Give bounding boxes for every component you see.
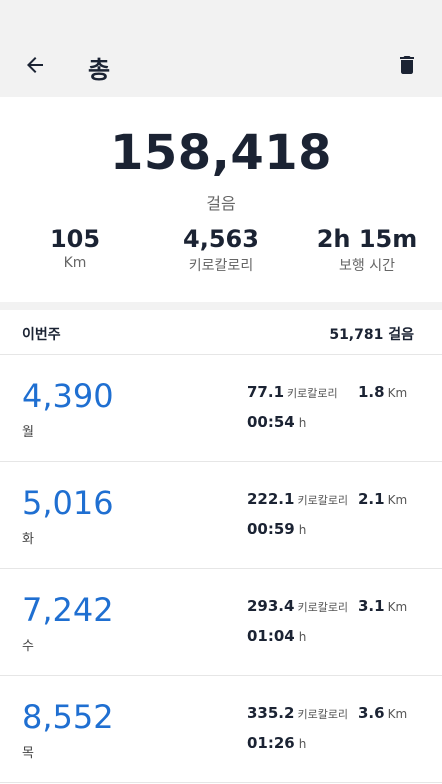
day-distance-unit: Km <box>387 493 408 507</box>
day-time-value: 01:26 <box>247 734 295 752</box>
day-distance: 3.6 Km <box>358 704 407 722</box>
day-steps: 7,242 <box>22 591 114 629</box>
day-time-value: 00:54 <box>247 413 295 431</box>
week-total: 51,781 걸음 <box>329 327 414 343</box>
day-name: 수 <box>22 639 34 654</box>
arrow-left-icon <box>27 57 43 73</box>
back-button[interactable] <box>18 48 52 82</box>
day-time-unit: h <box>298 416 307 430</box>
day-distance: 2.1 Km <box>358 490 407 508</box>
day-time-unit: h <box>298 737 307 751</box>
day-row-wed[interactable]: 7,242 수 293.4 키로칼로리 3.1 Km 01:04 h <box>0 569 442 676</box>
day-steps: 8,552 <box>22 698 114 736</box>
day-time: 00:59 h <box>247 520 306 538</box>
total-steps: 158,418 <box>109 125 333 181</box>
day-calories-value: 77.1 <box>247 383 285 401</box>
day-calories-unit: 키로칼로리 <box>297 708 349 721</box>
day-calories-value: 222.1 <box>247 490 295 508</box>
day-calories-value: 335.2 <box>247 704 295 722</box>
day-time-value: 00:59 <box>247 520 295 538</box>
day-calories-unit: 키로칼로리 <box>287 387 338 400</box>
total-steps-unit: 걸음 <box>206 194 236 213</box>
summary-panel: 158,418 걸음 105 Km 4,563 키로칼로리 2h 15m 보행 … <box>0 97 442 302</box>
day-steps: 4,390 <box>22 377 114 415</box>
day-time: 00:54 h <box>247 413 306 431</box>
distance-value: 105 <box>49 225 101 253</box>
day-time-unit: h <box>298 630 307 644</box>
day-steps: 5,016 <box>22 484 114 522</box>
day-distance-value: 2.1 <box>358 490 385 508</box>
day-row-thu[interactable]: 8,552 목 335.2 키로칼로리 3.6 Km 01:26 h <box>0 676 442 783</box>
walk-time-value: 2h 15m <box>316 225 418 253</box>
day-name: 목 <box>22 746 34 761</box>
distance-stat: 105 Km <box>0 225 150 271</box>
day-time-unit: h <box>298 523 307 537</box>
app-bar: 총 <box>0 0 442 97</box>
day-distance-value: 1.8 <box>358 383 385 401</box>
day-calories: 77.1 키로칼로리 <box>247 383 338 401</box>
section-divider <box>0 302 442 310</box>
day-distance-unit: Km <box>387 600 408 614</box>
day-distance: 1.8 Km <box>358 383 407 401</box>
day-calories-unit: 키로칼로리 <box>297 601 349 614</box>
day-calories-unit: 키로칼로리 <box>297 494 349 507</box>
day-name: 월 <box>22 425 34 440</box>
day-distance: 3.1 Km <box>358 597 407 615</box>
calories-stat: 4,563 키로칼로리 <box>146 225 296 275</box>
day-distance-value: 3.1 <box>358 597 385 615</box>
week-header: 이번주 51,781 걸음 <box>0 310 442 355</box>
day-calories: 335.2 키로칼로리 <box>247 704 348 722</box>
day-row-tue[interactable]: 5,016 화 222.1 키로칼로리 2.1 Km 00:59 h <box>0 462 442 569</box>
day-distance-unit: Km <box>387 386 408 400</box>
walk-time-unit: 보행 시간 <box>339 258 395 274</box>
day-row-mon[interactable]: 4,390 월 77.1 키로칼로리 1.8 Km 00:54 h <box>0 355 442 462</box>
calories-value: 4,563 <box>183 225 259 253</box>
walk-time-stat: 2h 15m 보행 시간 <box>292 225 442 275</box>
distance-unit: Km <box>63 255 87 271</box>
day-time: 01:26 h <box>247 734 306 752</box>
day-distance-unit: Km <box>387 707 408 721</box>
day-calories: 222.1 키로칼로리 <box>247 490 348 508</box>
day-time-value: 01:04 <box>247 627 295 645</box>
calories-unit: 키로칼로리 <box>188 258 254 274</box>
week-label: 이번주 <box>22 327 61 343</box>
day-distance-value: 3.6 <box>358 704 385 722</box>
day-time: 01:04 h <box>247 627 306 645</box>
trash-icon <box>400 56 414 74</box>
day-name: 화 <box>22 532 34 547</box>
day-calories-value: 293.4 <box>247 597 295 615</box>
page-title: 총 <box>88 56 111 84</box>
day-calories: 293.4 키로칼로리 <box>247 597 348 615</box>
delete-button[interactable] <box>392 48 422 82</box>
